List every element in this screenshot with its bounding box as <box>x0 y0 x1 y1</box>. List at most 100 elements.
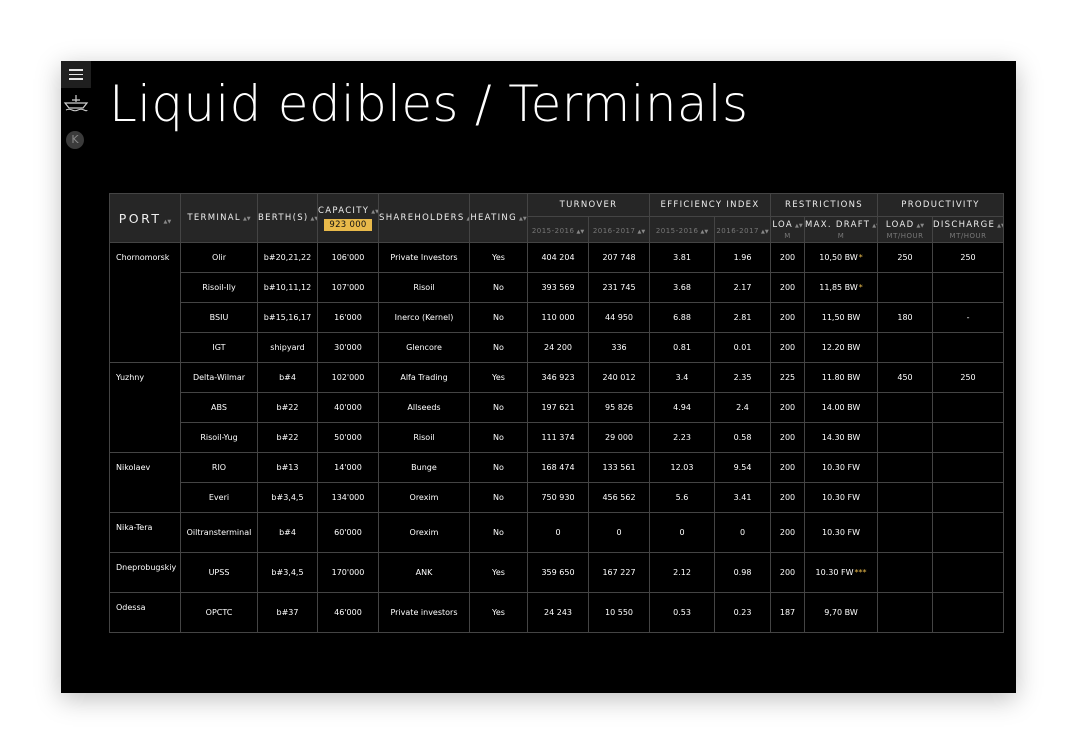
table-row[interactable]: IGT shipyard 30'000 Glencore No 24 200 336 0.81… <box>110 332 1005 363</box>
col-turnover-y1[interactable]: 2015-2016 ▲▼ <box>527 216 589 243</box>
load-cell <box>877 392 934 423</box>
e1-cell: 0 <box>649 512 715 553</box>
e2-cell: 3.41 <box>713 482 772 513</box>
t2-cell: 44 950 <box>588 302 650 333</box>
terminal-cell: RIO <box>180 452 258 483</box>
port-cell: Yuzhny <box>109 362 181 453</box>
e2-cell: 2.81 <box>713 302 772 333</box>
heating-cell: No <box>469 452 528 483</box>
loa-cell: 200 <box>770 552 806 593</box>
col-discharge[interactable]: DISCHARGE▲▼MT/HOUR <box>932 216 1005 243</box>
discharge-cell <box>932 392 1005 423</box>
loa-cell: 200 <box>770 272 806 303</box>
e2-cell: 2.35 <box>713 362 772 393</box>
col-terminal[interactable]: TERMINAL ▲▼ <box>180 193 258 243</box>
shareholders-cell: Risoil <box>378 422 470 453</box>
discharge-cell <box>932 512 1005 553</box>
e1-cell: 4.94 <box>649 392 715 423</box>
terminal-cell: Everi <box>180 482 258 513</box>
loa-cell: 187 <box>770 592 806 633</box>
col-turnover-y2[interactable]: 2016-2017 ▲▼ <box>588 216 650 243</box>
table-row[interactable]: Everi b#3,4,5 134'000 Orexim No 750 930 456 56… <box>110 482 1005 513</box>
draft-cell: 10.30 FW*** <box>804 552 879 593</box>
col-capacity[interactable]: CAPACITY ▲▼ 923 000 <box>317 193 379 243</box>
heating-cell: No <box>469 332 528 363</box>
terminal-cell: Delta-Wilmar <box>180 362 258 393</box>
table-row[interactable]: Dneprobugskiy UPSS b#3,4,5 170'000 ANK Yes 359… <box>109 552 1005 593</box>
terminal-cell: Oiltransterminal <box>180 512 258 553</box>
discharge-cell <box>932 272 1005 303</box>
t1-cell: 197 621 <box>527 392 589 423</box>
t2-cell: 456 562 <box>588 482 650 513</box>
draft-cell: 11,85 BW* <box>804 272 879 303</box>
discharge-cell <box>932 452 1005 483</box>
table-row[interactable]: Chornomorsk Olir b#20,21,22 106'000 Private … <box>109 242 1005 363</box>
berth-cell: b#10,11,12 <box>257 272 318 303</box>
load-cell: 250 <box>877 242 934 273</box>
e2-cell: 2.17 <box>713 272 772 303</box>
capacity-cell: 46'000 <box>317 592 379 633</box>
capacity-cell: 106'000 <box>317 242 379 273</box>
note-marker: *** <box>854 568 867 577</box>
berth-cell: b#15,16,17 <box>257 302 318 333</box>
capacity-total-badge: 923 000 <box>324 218 372 231</box>
k-badge-icon[interactable]: K <box>66 131 84 149</box>
t1-cell: 393 569 <box>527 272 589 303</box>
col-port[interactable]: PORT ▲▼ <box>109 193 181 243</box>
ship-icon[interactable] <box>63 94 89 112</box>
table-row[interactable]: Risoil-Yug b#22 50'000 Risoil No 111 374 29 00… <box>110 422 1005 453</box>
terminals-table: PORT ▲▼ TERMINAL ▲▼ BERTH(S) ▲▼ CAPACITY ▲▼ … <box>109 193 1005 633</box>
terminal-cell: UPSS <box>180 552 258 593</box>
col-efficiency-y1[interactable]: 2015-2016 ▲▼ <box>649 216 715 243</box>
table-row[interactable]: ABS b#22 40'000 Allseeds No 197 621 95 826 4.94… <box>110 392 1005 423</box>
col-efficiency: EFFICIENCY INDEX <box>648 193 772 217</box>
hamburger-menu-icon[interactable] <box>61 61 91 88</box>
e1-cell: 6.88 <box>649 302 715 333</box>
table-body: Chornomorsk Olir b#20,21,22 106'000 Private … <box>109 242 1005 633</box>
draft-cell: 11,50 BW <box>804 302 879 333</box>
col-heating[interactable]: HEATING ▲▼ <box>469 193 528 243</box>
draft-cell: 14.00 BW <box>804 392 879 423</box>
col-draft[interactable]: MAX. DRAFT▲▼M <box>804 216 879 243</box>
capacity-cell: 107'000 <box>317 272 379 303</box>
load-cell <box>877 272 934 303</box>
draft-cell: 10,50 BW* <box>804 242 879 273</box>
col-load[interactable]: LOAD ▲▼ MT/HOUR <box>877 216 934 243</box>
port-cell: Odessa <box>109 592 181 633</box>
col-berths[interactable]: BERTH(S) ▲▼ <box>257 193 318 243</box>
capacity-cell: 170'000 <box>317 552 379 593</box>
table-row[interactable]: Nikolaev RIO b#13 14'000 Bunge No 168 474 133 5… <box>109 452 1005 513</box>
t2-cell: 336 <box>588 332 650 363</box>
heating-cell: Yes <box>469 552 528 593</box>
col-restrictions: RESTRICTIONS <box>770 193 879 217</box>
capacity-cell: 134'000 <box>317 482 379 513</box>
table-row[interactable]: BSIU b#15,16,17 16'000 Inerco (Kernel) No 110… <box>110 302 1005 333</box>
capacity-cell: 60'000 <box>317 512 379 553</box>
t1-cell: 111 374 <box>527 422 589 453</box>
table-row[interactable]: Nika-Tera Oiltransterminal b#4 60'000 Orexim… <box>109 512 1005 553</box>
load-cell <box>877 452 934 483</box>
berth-cell: b#4 <box>257 512 318 553</box>
e1-cell: 2.23 <box>649 422 715 453</box>
shareholders-cell: Inerco (Kernel) <box>378 302 470 333</box>
capacity-cell: 16'000 <box>317 302 379 333</box>
col-loa[interactable]: LOA ▲▼ M <box>770 216 806 243</box>
table-row[interactable]: Risoil-Ily b#10,11,12 107'000 Risoil No 393 5… <box>110 272 1005 303</box>
berth-cell: b#37 <box>257 592 318 633</box>
table-row[interactable]: Yuzhny Delta-Wilmar b#4 102'000 Alfa Trading… <box>109 362 1005 453</box>
capacity-cell: 50'000 <box>317 422 379 453</box>
shareholders-cell: Orexim <box>378 482 470 513</box>
col-shareholders[interactable]: SHAREHOLDERS▲▼ <box>378 193 470 243</box>
e1-cell: 0.81 <box>649 332 715 363</box>
t1-cell: 0 <box>527 512 589 553</box>
shareholders-cell: Private Investors <box>378 242 470 273</box>
discharge-cell: 250 <box>932 242 1005 273</box>
note-marker: * <box>858 253 863 262</box>
t1-cell: 24 200 <box>527 332 589 363</box>
col-efficiency-y2[interactable]: 2016-2017 ▲▼ <box>713 216 772 243</box>
berth-cell: shipyard <box>257 332 318 363</box>
shareholders-cell: Glencore <box>378 332 470 363</box>
table-row[interactable]: Odessa OPCTC b#37 46'000 Private investors Ye… <box>109 592 1005 633</box>
draft-cell: 14.30 BW <box>804 422 879 453</box>
e1-cell: 5.6 <box>649 482 715 513</box>
